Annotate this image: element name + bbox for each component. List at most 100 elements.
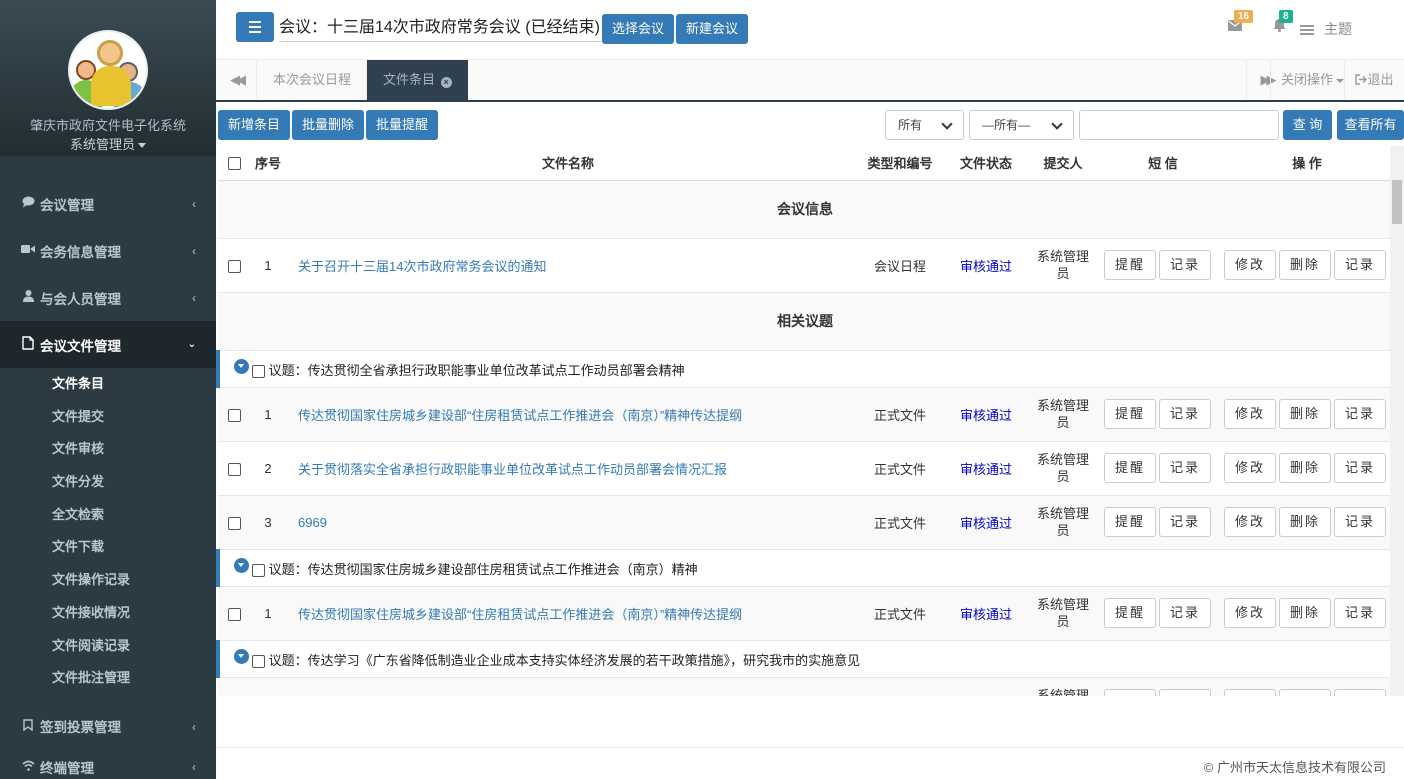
sms-record-button[interactable]: 记录 [1159, 453, 1212, 483]
sidebar-item-signin-vote[interactable]: 签到投票管理 ‹ [0, 703, 216, 750]
user-avatar[interactable] [68, 30, 148, 110]
topic-checkbox[interactable] [252, 563, 265, 577]
delete-button[interactable]: 删除 [1279, 507, 1332, 537]
record-button[interactable]: 记录 [1334, 453, 1387, 483]
remind-button[interactable]: 提醒 [1104, 507, 1157, 537]
type-filter-select[interactable]: —所有— [969, 110, 1074, 140]
sms-record-button[interactable]: 记录 [1159, 507, 1212, 537]
submenu-item-file-distribute[interactable]: 文件分发 [0, 466, 216, 499]
scrollbar-thumb[interactable] [1392, 180, 1402, 224]
batch-remind-button[interactable]: 批量提醒 [366, 110, 439, 140]
submenu-item-file-entries[interactable]: 文件条目 [0, 368, 216, 401]
submenu-item-annotation[interactable]: 文件批注管理 [0, 662, 216, 695]
record-button[interactable]: 记录 [1334, 689, 1387, 696]
edit-button[interactable]: 修改 [1224, 250, 1277, 280]
record-button[interactable]: 记录 [1334, 399, 1387, 429]
new-meeting-button[interactable]: 新建会议 [676, 14, 749, 44]
profile-panel: 肇庆市政府文件电子化系统 系统管理员 [0, 0, 216, 156]
table-header-row: 序号 文件名称 类型和编号 文件状态 提交人 短 信 操 作 [218, 146, 1390, 181]
tab-meeting-schedule[interactable]: 本次会议日程 [256, 60, 367, 100]
sidebar-item-label: 终端管理 [40, 760, 94, 776]
view-all-button[interactable]: 查看所有 [1337, 110, 1404, 140]
user-role-dropdown[interactable]: 系统管理员 [0, 135, 216, 154]
row-checkbox[interactable] [227, 462, 241, 476]
submenu-item-operation-log[interactable]: 文件操作记录 [0, 564, 216, 597]
topic-checkbox[interactable] [252, 364, 265, 378]
menu-toggle-button[interactable] [236, 12, 274, 42]
edit-button[interactable]: 修改 [1224, 453, 1277, 483]
theme-menu[interactable]: 主题 [1300, 19, 1352, 39]
remind-button[interactable]: 提醒 [1104, 453, 1157, 483]
collapse-toggle-icon[interactable] [234, 648, 249, 664]
document-link[interactable]: 传达贯彻国家住房城乡建设部“住房租赁试点工作推进会（南京）”精神传达提纲 [298, 607, 742, 622]
submenu-item-fulltext-search[interactable]: 全文检索 [0, 499, 216, 532]
document-link[interactable]: 传达贯彻国家住房城乡建设部“住房租赁试点工作推进会（南京）”精神传达提纲 [298, 408, 742, 423]
tab-file-entries[interactable]: 文件条目 × [366, 60, 468, 100]
tab-scroll-left-button[interactable]: ◀◀ [216, 60, 256, 100]
record-button[interactable]: 记录 [1334, 507, 1387, 537]
submenu-item-file-review[interactable]: 文件审核 [0, 433, 216, 466]
document-link[interactable]: 关于贯彻落实全省承担行政职能事业单位改革试点工作动员部署会情况汇报 [298, 462, 727, 477]
sidebar-item-terminals[interactable]: 终端管理 ‹ [0, 750, 216, 779]
sms-record-button[interactable]: 记录 [1159, 399, 1212, 429]
delete-button[interactable]: 删除 [1279, 250, 1332, 280]
chevron-left-icon: ‹ [192, 197, 196, 211]
type-filter-value: —所有— [982, 118, 1031, 132]
edit-button[interactable]: 修改 [1224, 507, 1277, 537]
theme-icon [1300, 25, 1314, 35]
collapse-toggle-icon[interactable] [234, 358, 249, 374]
sidebar-item-meeting-info[interactable]: 会务信息管理 ‹ [0, 227, 216, 274]
sidebar-item-meeting-files[interactable]: 会议文件管理 ⌄ [0, 321, 216, 368]
tab-close-icon[interactable]: × [440, 77, 452, 88]
remind-button[interactable]: 提醒 [1104, 598, 1157, 628]
delete-button[interactable]: 删除 [1279, 689, 1332, 696]
row-checkbox[interactable] [227, 259, 241, 273]
close-operations-dropdown[interactable]: 关闭操作 [1269, 60, 1344, 100]
batch-delete-button[interactable]: 批量删除 [292, 110, 365, 140]
add-entry-button[interactable]: 新增条目 [218, 110, 291, 140]
bell-notification[interactable]: 8 [1273, 10, 1293, 36]
sidebar-item-attendees[interactable]: 与会人员管理 ‹ [0, 274, 216, 321]
edit-button[interactable]: 修改 [1224, 689, 1277, 696]
topic-checkbox[interactable] [252, 654, 265, 668]
query-button[interactable]: 查 询 [1283, 110, 1332, 140]
sms-record-button[interactable]: 记录 [1159, 250, 1212, 280]
select-meeting-button[interactable]: 选择会议 [602, 14, 675, 44]
logout-button[interactable]: 退出 [1344, 60, 1404, 100]
record-button[interactable]: 记录 [1334, 598, 1387, 628]
sms-record-button[interactable]: 记录 [1159, 598, 1212, 628]
file-icon [20, 336, 36, 353]
collapse-toggle-icon[interactable] [234, 557, 249, 573]
row-checkbox[interactable] [227, 607, 241, 621]
delete-button[interactable]: 删除 [1279, 598, 1332, 628]
select-all-checkbox[interactable] [227, 157, 241, 171]
submenu-item-file-submit[interactable]: 文件提交 [0, 401, 216, 434]
edit-button[interactable]: 修改 [1224, 399, 1277, 429]
document-link[interactable]: 6969 [298, 515, 327, 530]
mail-notification[interactable]: 16 [1228, 10, 1254, 35]
status-filter-select[interactable]: 所有 [885, 110, 964, 140]
submenu-item-read-log[interactable]: 文件阅读记录 [0, 630, 216, 663]
row-submitter: 系统管理员 [1036, 597, 1089, 629]
sms-record-button[interactable]: 记录 [1159, 689, 1212, 696]
delete-button[interactable]: 删除 [1279, 453, 1332, 483]
remind-button[interactable]: 提醒 [1104, 689, 1157, 696]
edit-button[interactable]: 修改 [1224, 598, 1277, 628]
table-scrollbar[interactable] [1390, 146, 1404, 696]
record-button[interactable]: 记录 [1334, 250, 1387, 280]
table-row: 1 传达贯彻国家住房城乡建设部“住房租赁试点工作推进会（南京）”精神传达提纲 正… [218, 386, 1390, 441]
row-checkbox[interactable] [227, 408, 241, 422]
delete-button[interactable]: 删除 [1279, 399, 1332, 429]
remind-button[interactable]: 提醒 [1104, 250, 1157, 280]
sidebar-item-meeting-management[interactable]: 会议管理 ‹ [0, 180, 216, 227]
sidebar-item-label: 会务信息管理 [40, 244, 121, 260]
col-header-type: 类型和编号 [850, 146, 950, 181]
col-header-no: 序号 [250, 146, 286, 181]
submenu-item-receipt-status[interactable]: 文件接收情况 [0, 597, 216, 630]
submenu-item-file-download[interactable]: 文件下载 [0, 531, 216, 564]
org-name: 肇庆市政府文件电子化系统 [29, 118, 186, 133]
row-checkbox[interactable] [227, 516, 241, 530]
document-link[interactable]: 关于召开十三届14次市政府常务会议的通知 [298, 259, 546, 274]
remind-button[interactable]: 提醒 [1104, 399, 1157, 429]
search-input[interactable] [1079, 110, 1279, 140]
